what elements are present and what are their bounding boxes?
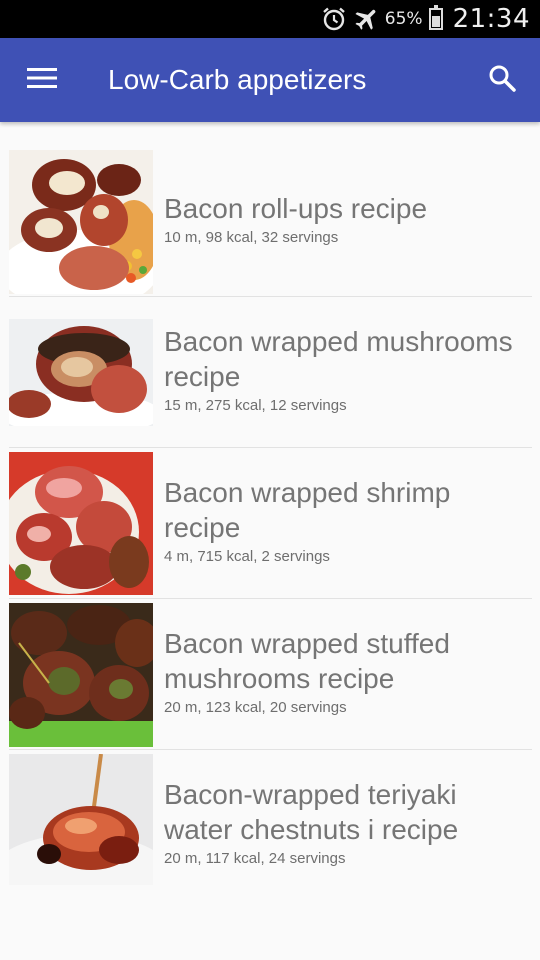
search-icon — [487, 63, 517, 98]
recipe-title: Bacon roll-ups recipe — [164, 193, 428, 224]
recipe-meta: 15 m, 275 kcal, 12 servings — [164, 397, 347, 414]
recipe-thumbnail — [9, 452, 153, 595]
menu-button[interactable] — [0, 38, 84, 122]
recipe-item[interactable]: Bacon wrapped stuffed mushrooms recipe 2… — [9, 599, 532, 750]
status-bar: 65% 21:34 — [0, 0, 540, 38]
recipe-thumbnail — [9, 319, 153, 426]
app-title: Low-Carb appetizers — [108, 64, 367, 95]
recipe-title: Bacon wrapped stuffed mushrooms recipe — [164, 628, 450, 694]
recipe-thumbnail — [9, 603, 153, 747]
battery-percentage: 65% — [384, 9, 423, 29]
recipe-thumbnail — [9, 150, 153, 294]
status-clock: 21:34 — [452, 4, 530, 34]
search-button[interactable] — [464, 38, 540, 122]
recipe-meta: 10 m, 98 kcal, 32 servings — [164, 229, 339, 246]
recipe-meta: 20 m, 123 kcal, 20 servings — [164, 699, 347, 716]
recipe-title: Bacon-wrapped teriyaki water chestnuts i… — [164, 779, 459, 845]
recipe-item[interactable]: Bacon-wrapped teriyaki water chestnuts i… — [9, 750, 532, 901]
menu-icon — [27, 67, 57, 94]
recipe-meta: 20 m, 117 kcal, 24 servings — [164, 850, 346, 867]
recipe-thumbnail — [9, 754, 153, 885]
recipe-item[interactable]: Bacon wrapped mushrooms recipe 15 m, 275… — [9, 297, 532, 448]
battery-icon — [428, 5, 443, 30]
recipe-meta: 4 m, 715 kcal, 2 servings — [164, 548, 330, 565]
recipe-title: Bacon wrapped shrimp recipe — [164, 477, 451, 543]
alarm-icon — [321, 6, 347, 32]
app-bar: Low-Carb appetizers — [0, 38, 540, 122]
recipe-title: Bacon wrapped mushrooms recipe — [164, 326, 513, 392]
recipe-item[interactable]: Bacon roll-ups recipe 10 m, 98 kcal, 32 … — [9, 146, 532, 297]
recipe-item[interactable]: Bacon wrapped shrimp recipe 4 m, 715 kca… — [9, 448, 532, 599]
airplane-icon — [353, 5, 381, 33]
